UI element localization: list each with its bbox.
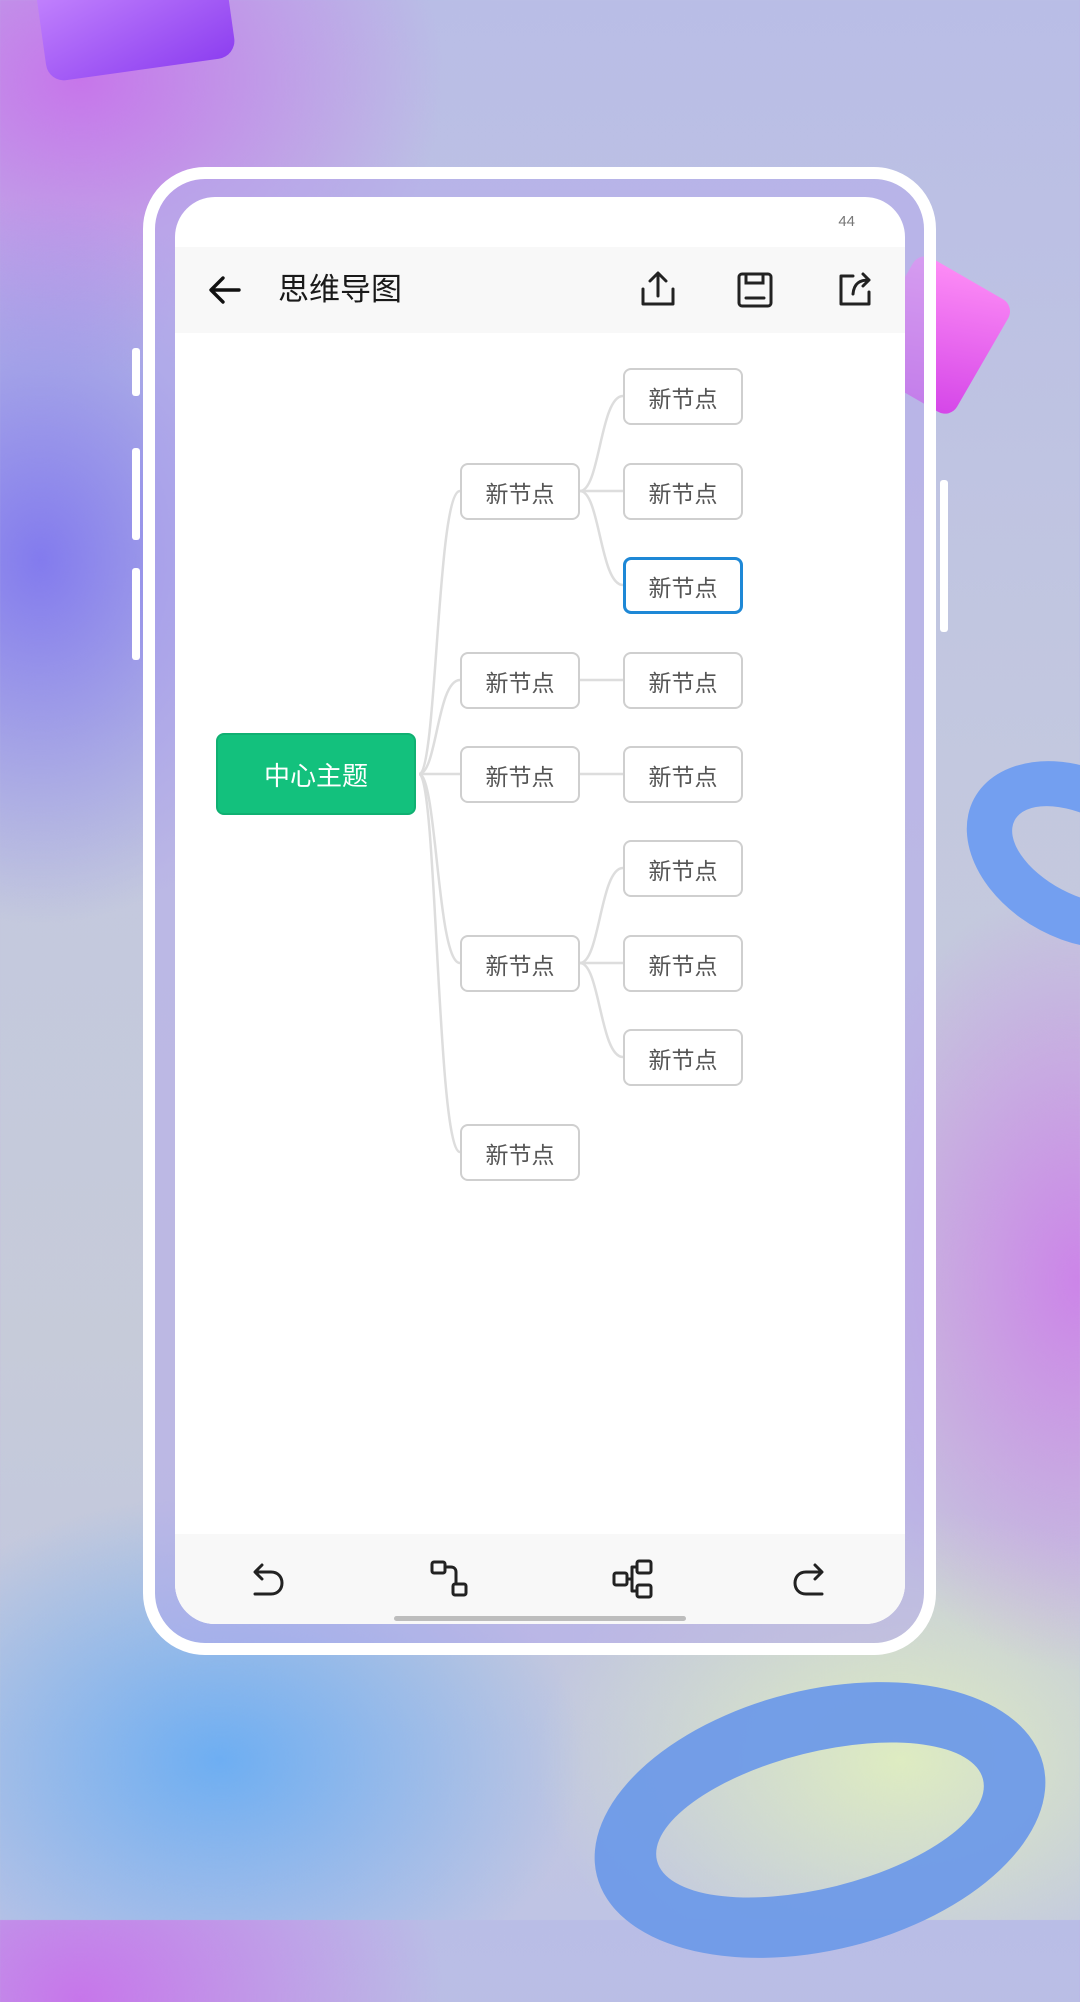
mindmap-node-level1[interactable]: 新节点 — [460, 1124, 580, 1181]
save-icon[interactable] — [732, 267, 778, 313]
add-sibling-node-icon[interactable] — [610, 1556, 656, 1602]
redo-icon[interactable] — [788, 1556, 834, 1602]
export-icon[interactable] — [832, 267, 878, 313]
mindmap-node-level2[interactable]: 新节点 — [623, 368, 743, 425]
status-text: 44 — [838, 213, 855, 230]
mindmap-node-level2[interactable]: 新节点 — [623, 746, 743, 803]
mindmap-node-selected[interactable]: 新节点 — [623, 557, 743, 614]
mindmap-node-level2[interactable]: 新节点 — [623, 652, 743, 709]
status-bar: 44 — [175, 197, 905, 247]
mindmap-node-level2[interactable]: 新节点 — [623, 1029, 743, 1086]
add-child-node-icon[interactable] — [427, 1556, 473, 1602]
page-title: 思维导图 — [278, 272, 402, 308]
mindmap-node-level1[interactable]: 新节点 — [460, 746, 580, 803]
decorative-ring — [565, 1638, 1075, 2002]
phone-screen: 44 思维导图 中心主题 新节点 新节点 新节点 新节点 新节点 新节点 新节点… — [175, 197, 905, 1624]
phone-side-button — [132, 568, 140, 660]
share-upload-icon[interactable] — [635, 267, 681, 313]
mindmap-root-node[interactable]: 中心主题 — [216, 733, 416, 815]
mindmap-canvas[interactable]: 中心主题 新节点 新节点 新节点 新节点 新节点 新节点 新节点 新节点 新节点… — [175, 333, 905, 1534]
mindmap-node-level2[interactable]: 新节点 — [623, 935, 743, 992]
mindmap-node-level1[interactable]: 新节点 — [460, 935, 580, 992]
home-indicator[interactable] — [394, 1616, 686, 1621]
phone-side-button — [132, 448, 140, 540]
phone-side-button — [940, 480, 948, 632]
mindmap-node-level1[interactable]: 新节点 — [460, 652, 580, 709]
phone-side-button — [132, 348, 140, 396]
undo-icon[interactable] — [243, 1556, 289, 1602]
app-bar: 思维导图 — [175, 247, 905, 333]
mindmap-node-level2[interactable]: 新节点 — [623, 463, 743, 520]
decorative-ring — [934, 723, 1080, 987]
decorative-cube — [33, 0, 237, 83]
mindmap-node-level2[interactable]: 新节点 — [623, 840, 743, 897]
back-arrow-icon[interactable] — [203, 268, 247, 312]
bottom-toolbar — [175, 1534, 905, 1624]
mindmap-node-level1[interactable]: 新节点 — [460, 463, 580, 520]
